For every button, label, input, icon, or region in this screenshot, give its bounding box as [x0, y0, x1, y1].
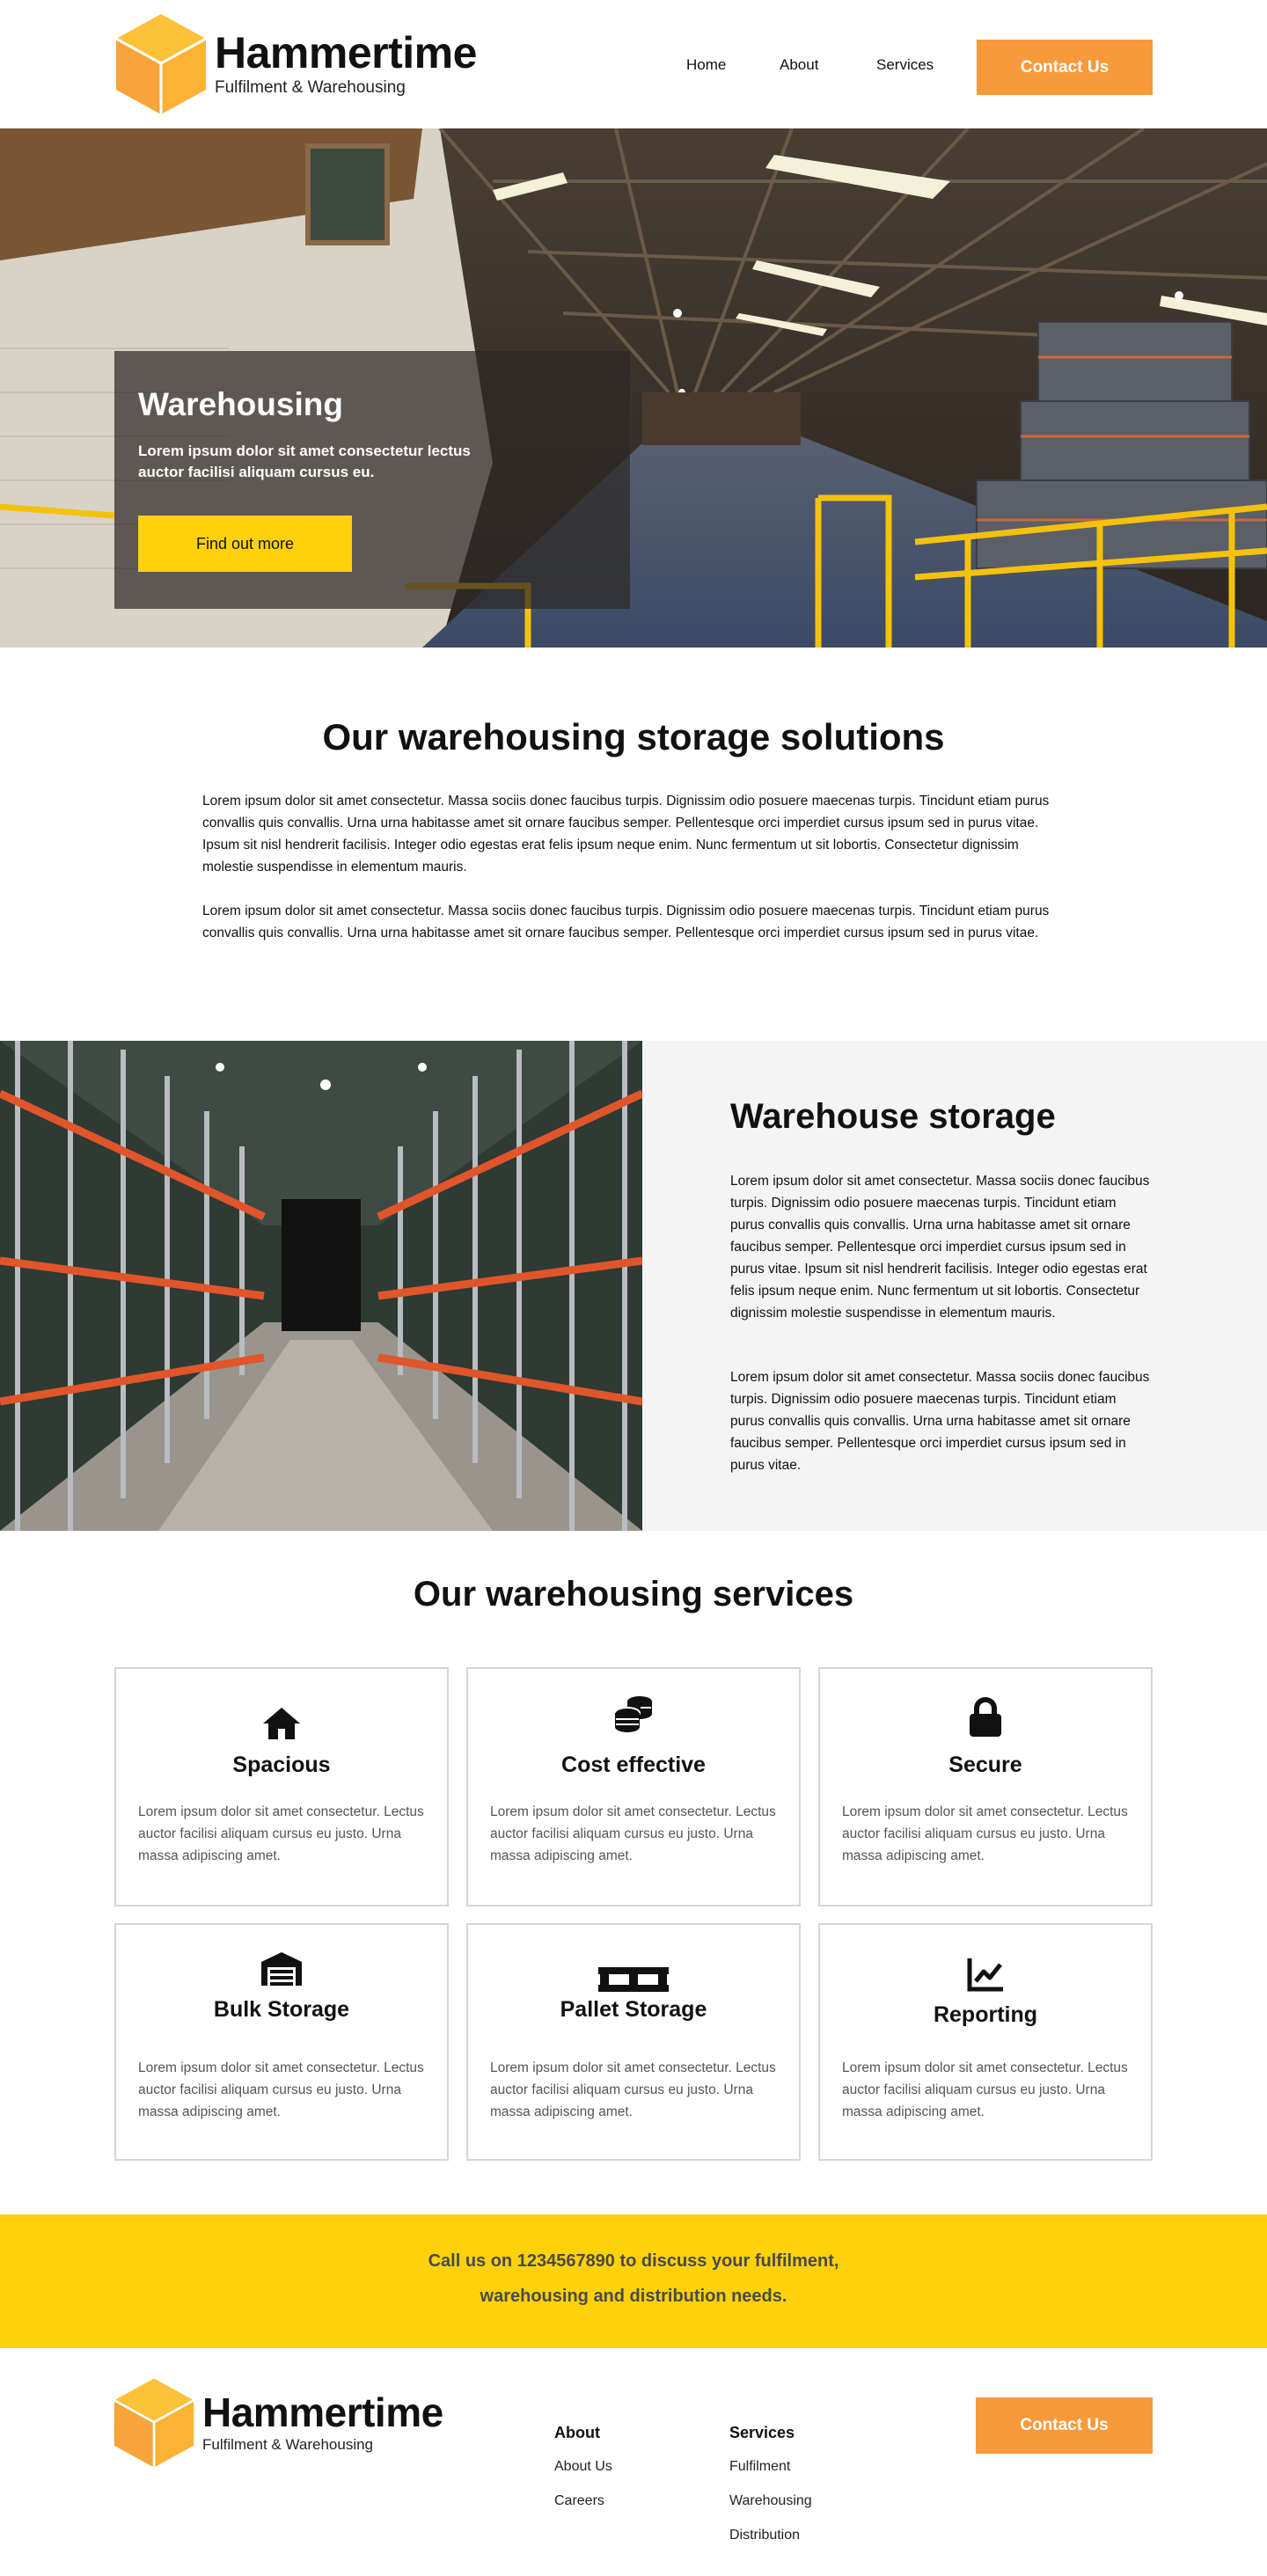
warehouse-icon	[261, 1952, 302, 1986]
services-title: Our warehousing services	[413, 1575, 854, 1614]
pallet-icon	[598, 1967, 669, 1992]
call-to-action-banner: Call us on 1234567890 to discuss your fu…	[0, 2214, 1267, 2348]
service-card-spacious: Spacious Lorem ipsum dolor sit amet cons…	[114, 1667, 449, 1906]
logo-cube-icon	[115, 14, 207, 114]
service-card-title: Cost effective	[561, 1753, 706, 1777]
logo[interactable]: Hammertime Fulfilment & Warehousing	[114, 12, 477, 116]
service-card-text: Lorem ipsum dolor sit amet consectetur. …	[138, 1804, 424, 1863]
racking-aisle-image	[0, 1041, 642, 1531]
service-card-text: Lorem ipsum dolor sit amet consectetur. …	[490, 2060, 776, 2119]
service-card-pallet-storage: Pallet Storage Lorem ipsum dolor sit ame…	[466, 1923, 801, 2161]
logo-tagline: Fulfilment & Warehousing	[215, 77, 406, 97]
service-card-title: Secure	[948, 1753, 1022, 1777]
service-card-text: Lorem ipsum dolor sit amet consectetur. …	[490, 1804, 776, 1863]
site-footer: Hammertime Fulfilment & Warehousing Abou…	[0, 2348, 1267, 2576]
lock-icon	[970, 1697, 1001, 1737]
footer-about-heading: About	[554, 2424, 600, 2441]
service-card-bulk-storage: Bulk Storage Lorem ipsum dolor sit amet …	[114, 1923, 449, 2161]
hero-card: Warehousing Lorem ipsum dolor sit amet c…	[114, 351, 630, 609]
footer-link-distribution[interactable]: Distribution	[729, 2528, 812, 2562]
house-icon	[263, 1708, 300, 1739]
nav-services[interactable]: Services	[876, 56, 934, 74]
service-card-reporting: Reporting Lorem ipsum dolor sit amet con…	[818, 1923, 1153, 2161]
find-out-more-button[interactable]: Find out more	[138, 516, 352, 572]
footer-logo[interactable]: Hammertime Fulfilment & Warehousing	[113, 2375, 443, 2470]
storage-paragraph-2: Lorem ipsum dolor sit amet consectetur. …	[730, 1370, 1150, 1473]
hero-text: Lorem ipsum dolor sit amet consectetur l…	[138, 443, 471, 480]
footer-services-column: Services Fulfilment Warehousing Distribu…	[729, 2424, 812, 2562]
chart-line-icon	[967, 1958, 1003, 1992]
service-card-text: Lorem ipsum dolor sit amet consectetur. …	[842, 2060, 1128, 2119]
solutions-title: Our warehousing storage solutions	[322, 716, 945, 757]
hero-title: Warehousing	[138, 386, 343, 422]
site-header: Hammertime Fulfilment & Warehousing Home…	[0, 0, 1267, 128]
footer-link-warehousing[interactable]: Warehousing	[729, 2493, 812, 2528]
footer-link-fulfilment[interactable]: Fulfilment	[729, 2459, 812, 2493]
service-card-title: Spacious	[232, 1753, 331, 1777]
cta-line-2: warehousing and distribution needs.	[480, 2287, 787, 2306]
service-card-title: Reporting	[933, 2002, 1038, 2027]
service-card-cost-effective: Cost effective Lorem ipsum dolor sit ame…	[466, 1667, 801, 1906]
contact-us-button[interactable]: Contact Us	[977, 40, 1153, 95]
service-card-text: Lorem ipsum dolor sit amet consectetur. …	[138, 2060, 424, 2119]
solutions-paragraph-1: Lorem ipsum dolor sit amet consectetur. …	[202, 794, 1050, 875]
logo-tagline: Fulfilment & Warehousing	[202, 2435, 374, 2453]
nav-home[interactable]: Home	[686, 56, 780, 74]
service-card-title: Bulk Storage	[213, 1997, 350, 2022]
solutions-paragraph-2: Lorem ipsum dolor sit amet consectetur. …	[202, 904, 1050, 940]
nav-about[interactable]: About	[780, 56, 876, 74]
logo-cube-icon	[114, 2378, 194, 2468]
footer-link-about-us[interactable]: About Us	[554, 2459, 612, 2493]
service-card-title: Pallet Storage	[560, 1997, 707, 2022]
hero-section: Warehousing Lorem ipsum dolor sit amet c…	[0, 128, 1267, 648]
coins-icon	[614, 1696, 652, 1732]
service-card-text: Lorem ipsum dolor sit amet consectetur. …	[842, 1804, 1128, 1863]
footer-contact-us-button[interactable]: Contact Us	[976, 2397, 1153, 2454]
footer-services-heading: Services	[729, 2424, 795, 2441]
footer-link-careers[interactable]: Careers	[554, 2493, 612, 2528]
main-nav: Home About Services	[686, 56, 934, 74]
logo-name: Hammertime	[202, 2389, 443, 2435]
logo-name: Hammertime	[215, 27, 477, 77]
footer-about-column: About About Us Careers	[554, 2424, 612, 2528]
storage-paragraph-1: Lorem ipsum dolor sit amet consectetur. …	[730, 1174, 1150, 1321]
cta-line-1: Call us on 1234567890 to discuss your fu…	[428, 2251, 839, 2271]
service-card-secure: Secure Lorem ipsum dolor sit amet consec…	[818, 1667, 1153, 1906]
storage-title: Warehouse storage	[730, 1097, 1056, 1136]
warehouse-storage-section: Warehouse storage Lorem ipsum dolor sit …	[0, 1041, 1267, 1531]
